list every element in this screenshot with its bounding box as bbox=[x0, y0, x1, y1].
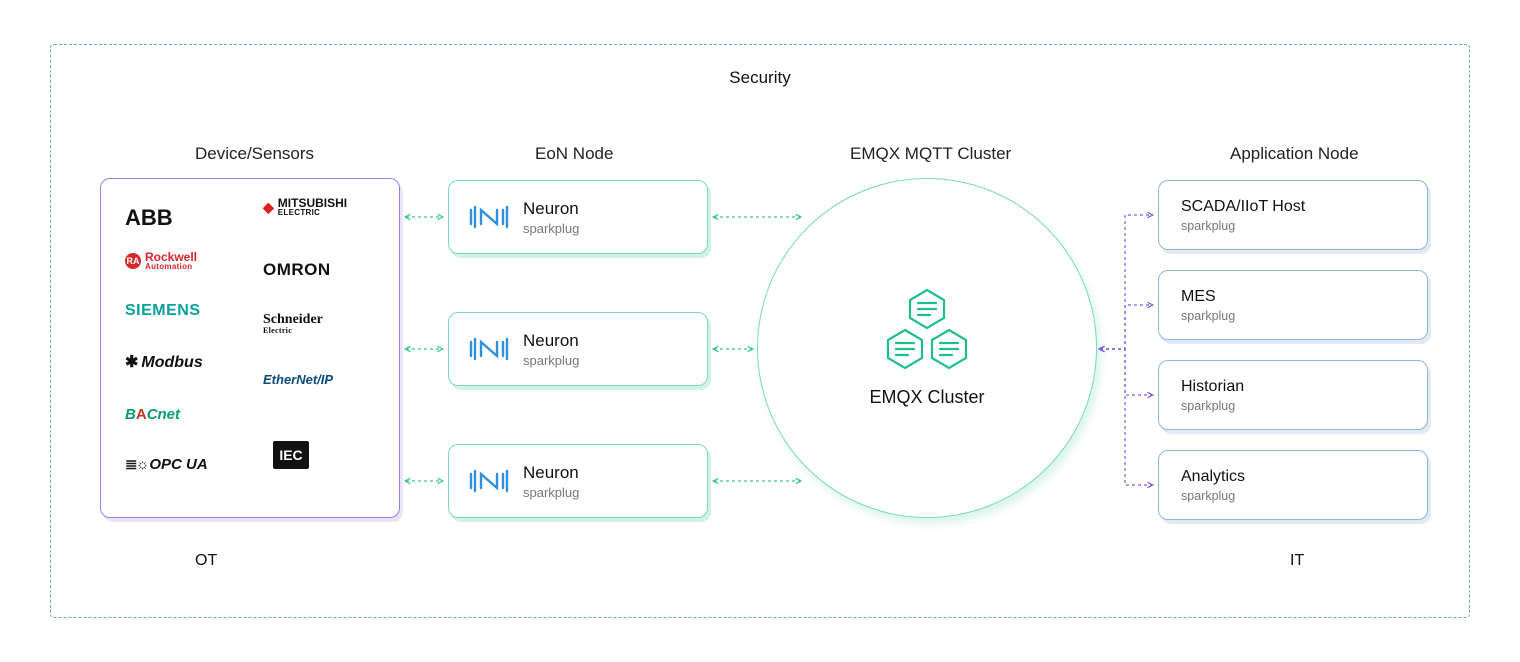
app-node-name: SCADA/IIoT Host bbox=[1181, 198, 1427, 216]
app-node-tag: sparkplug bbox=[1181, 489, 1427, 503]
bacnet-pre: B bbox=[125, 406, 136, 423]
vendor-rockwell-logo: RA Rockwell Automation bbox=[125, 251, 197, 271]
bottom-ot-label: OT bbox=[195, 552, 217, 570]
eon-node-card: Neuron sparkplug bbox=[448, 444, 708, 518]
vendor-iec-logo: IEC bbox=[273, 441, 309, 469]
app-node-card: MES sparkplug bbox=[1158, 270, 1428, 340]
emqx-cluster-circle: EMQX Cluster bbox=[757, 178, 1097, 518]
eon-node-tag: sparkplug bbox=[523, 221, 579, 236]
vendor-bacnet-logo: BACnet bbox=[125, 407, 180, 422]
vendor-schneider-line1: Schneider bbox=[263, 312, 323, 327]
eon-node-card: Neuron sparkplug bbox=[448, 180, 708, 254]
devices-panel: ABB ◆ MITSUBISHI ELECTRIC RA Rockwell Au… bbox=[100, 178, 400, 518]
vendor-omron-logo: OMRON bbox=[263, 261, 331, 278]
vendor-abb-logo: ABB bbox=[125, 207, 173, 229]
app-node-name: Historian bbox=[1181, 378, 1427, 396]
app-node-tag: sparkplug bbox=[1181, 219, 1427, 233]
bacnet-a: A bbox=[136, 406, 147, 423]
eon-node-tag: sparkplug bbox=[523, 353, 579, 368]
emqx-cluster-label: EMQX Cluster bbox=[869, 387, 984, 408]
app-node-tag: sparkplug bbox=[1181, 309, 1427, 323]
col-title-devices: Device/Sensors bbox=[195, 144, 314, 164]
vendor-schneider-logo: Schneider Electric bbox=[263, 313, 323, 335]
app-node-card: Analytics sparkplug bbox=[1158, 450, 1428, 520]
vendor-schneider-line2: Electric bbox=[263, 327, 323, 335]
eon-node-name: Neuron bbox=[523, 463, 579, 483]
col-title-apps: Application Node bbox=[1230, 144, 1359, 164]
app-node-card: SCADA/IIoT Host sparkplug bbox=[1158, 180, 1428, 250]
vendor-rockwell-line2: Automation bbox=[145, 263, 197, 271]
mitsubishi-diamonds-icon: ◆ bbox=[263, 200, 274, 214]
app-node-card: Historian sparkplug bbox=[1158, 360, 1428, 430]
eon-node-card: Neuron sparkplug bbox=[448, 312, 708, 386]
security-title: Security bbox=[0, 68, 1520, 88]
vendor-mitsubishi-line2: ELECTRIC bbox=[278, 209, 347, 217]
app-node-tag: sparkplug bbox=[1181, 399, 1427, 413]
app-node-name: Analytics bbox=[1181, 468, 1427, 486]
vendor-opcua-logo: OPC UA bbox=[125, 457, 208, 472]
emqx-hex-icon bbox=[881, 288, 973, 375]
vendor-siemens-logo: SIEMENS bbox=[125, 303, 201, 319]
vendor-mitsubishi-logo: ◆ MITSUBISHI ELECTRIC bbox=[263, 197, 347, 217]
neuron-icon bbox=[469, 202, 509, 232]
rockwell-badge-icon: RA bbox=[125, 253, 141, 269]
eon-node-name: Neuron bbox=[523, 331, 579, 351]
col-title-broker: EMQX MQTT Cluster bbox=[850, 144, 1011, 164]
bottom-it-label: IT bbox=[1290, 552, 1304, 570]
col-title-eon: EoN Node bbox=[535, 144, 613, 164]
vendor-modbus-logo: Modbus bbox=[125, 355, 203, 371]
neuron-icon bbox=[469, 334, 509, 364]
eon-node-tag: sparkplug bbox=[523, 485, 579, 500]
app-node-name: MES bbox=[1181, 288, 1427, 306]
vendor-ethernetip-logo: EtherNet/IP bbox=[263, 373, 333, 386]
neuron-icon bbox=[469, 466, 509, 496]
bacnet-post: Cnet bbox=[147, 406, 180, 423]
eon-node-name: Neuron bbox=[523, 199, 579, 219]
